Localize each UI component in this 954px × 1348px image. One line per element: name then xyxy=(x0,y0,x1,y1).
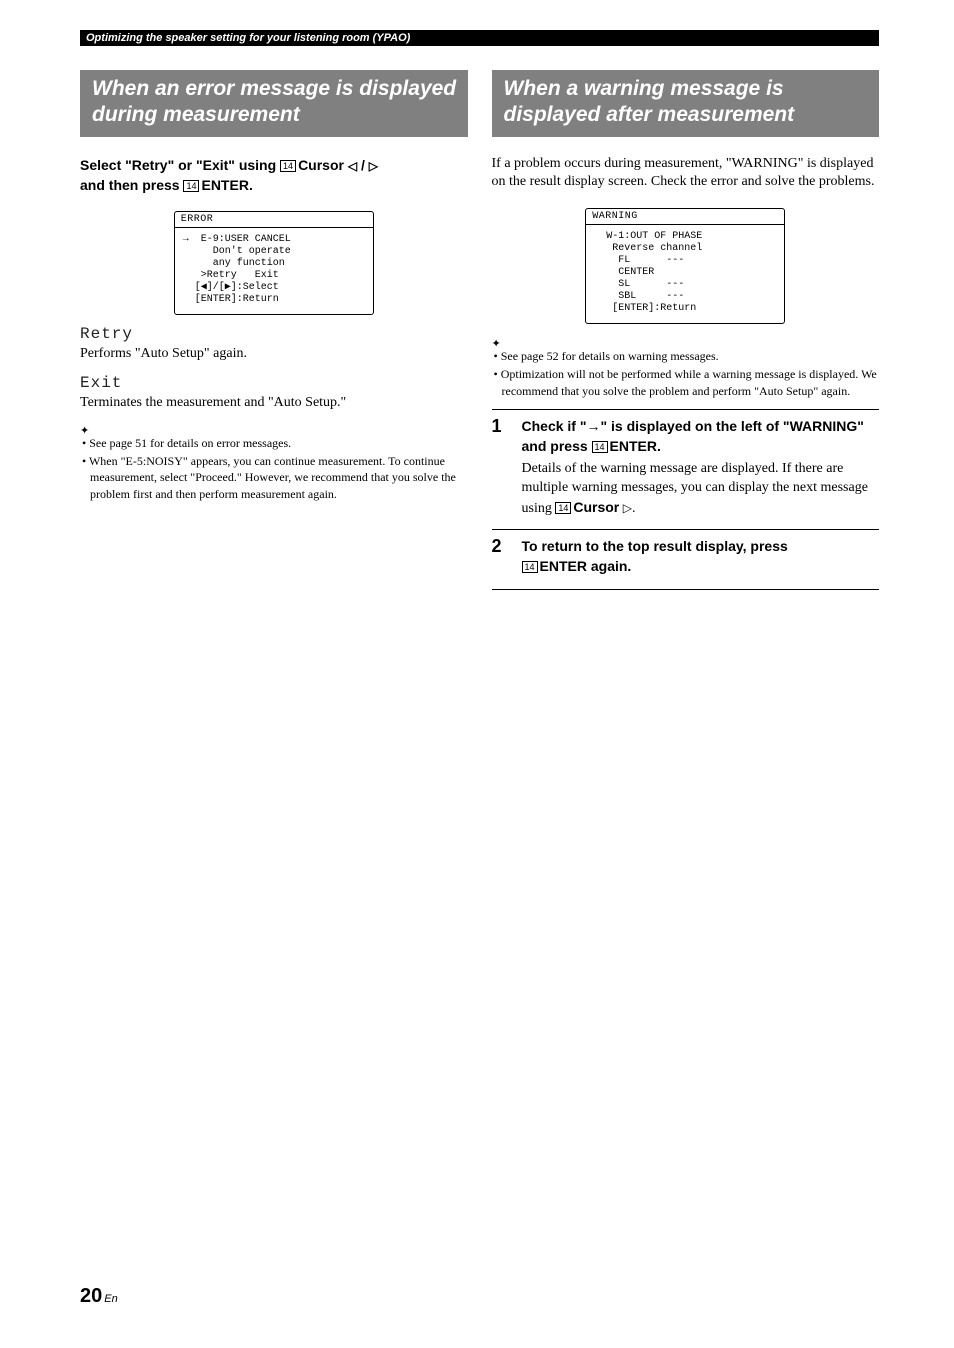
right-notes-list: See page 52 for details on warning messa… xyxy=(492,348,880,399)
enter-label: ENTER xyxy=(201,177,248,193)
lcd-title: WARNING xyxy=(586,209,784,225)
cursor-label: Cursor xyxy=(573,499,619,515)
right-intro: If a problem occurs during measurement, … xyxy=(492,155,880,193)
step-number: 1 xyxy=(492,416,508,519)
page: Optimizing the speaker setting for your … xyxy=(0,0,954,630)
list-item: When "E-5:NOISY" appears, you can contin… xyxy=(90,453,468,502)
lcd-line: SL --- xyxy=(594,279,776,291)
lcd-line: [◀]/[▶]:Select xyxy=(183,282,365,294)
remote-key-14-icon: 14 xyxy=(280,160,296,172)
list-item: See page 51 for details on error message… xyxy=(90,435,468,451)
error-screen-illustration: ERROR → E-9:USER CANCEL Don't operate an… xyxy=(80,211,468,315)
lcd-line: Don't operate xyxy=(183,246,365,258)
horizontal-rule xyxy=(492,589,880,590)
lcd-line: any function xyxy=(183,258,365,270)
tip-icon xyxy=(80,421,468,433)
remote-key-14-icon: 14 xyxy=(183,180,199,192)
period: . xyxy=(249,177,253,193)
text-fragment: again. xyxy=(587,558,631,574)
left-column: When an error message is displayed durin… xyxy=(80,70,468,590)
exit-option-desc: Terminates the measurement and "Auto Set… xyxy=(80,394,468,413)
retry-option-desc: Performs "Auto Setup" again. xyxy=(80,345,468,364)
tip-icon xyxy=(492,334,880,346)
section-context-bar: Optimizing the speaker setting for your … xyxy=(80,30,879,46)
remote-key-14-icon: 14 xyxy=(522,561,538,573)
enter-label: ENTER xyxy=(610,438,657,454)
page-number: 20En xyxy=(80,1285,118,1308)
right-section-heading: When a warning message is displayed afte… xyxy=(492,70,880,137)
cursor-label: Cursor xyxy=(298,157,344,173)
page-number-suffix: En xyxy=(104,1293,117,1305)
lcd-body: → E-9:USER CANCEL Don't operate any func… xyxy=(175,228,373,314)
lcd-screen: WARNING W-1:OUT OF PHASE Reverse channel… xyxy=(585,208,785,324)
left-instruction: Select "Retry" or "Exit" using 14Cursor … xyxy=(80,155,468,196)
two-column-layout: When an error message is displayed durin… xyxy=(80,70,879,590)
step-2: 2 To return to the top result display, p… xyxy=(492,529,880,581)
step-2-title: To return to the top result display, pre… xyxy=(522,536,880,577)
period: . xyxy=(657,438,661,454)
text-fragment: To return to the top result display, pre… xyxy=(522,538,788,554)
left-triangle-icon: ◁ xyxy=(348,159,357,173)
lcd-line: Reverse channel xyxy=(594,243,776,255)
lcd-title: ERROR xyxy=(175,212,373,228)
left-notes-list: See page 51 for details on error message… xyxy=(80,435,468,502)
list-item: See page 52 for details on warning messa… xyxy=(502,348,880,364)
lcd-line: [ENTER]:Return xyxy=(183,294,365,306)
right-column: When a warning message is displayed afte… xyxy=(492,70,880,590)
page-number-value: 20 xyxy=(80,1285,102,1307)
list-item: Optimization will not be performed while… xyxy=(502,366,880,398)
right-triangle-icon: ▷ xyxy=(369,159,378,173)
retry-option-name: Retry xyxy=(80,325,468,343)
lcd-line: [ENTER]:Return xyxy=(594,303,776,315)
right-triangle-icon: ▷ xyxy=(623,501,632,515)
lcd-line: W-1:OUT OF PHASE xyxy=(594,231,776,243)
period: . xyxy=(632,501,636,516)
lcd-line: SBL --- xyxy=(594,291,776,303)
remote-key-14-icon: 14 xyxy=(592,441,608,453)
left-section-heading: When an error message is displayed durin… xyxy=(80,70,468,137)
step-number: 2 xyxy=(492,536,508,581)
remote-key-14-icon: 14 xyxy=(555,502,571,514)
slash: / xyxy=(357,157,369,173)
lcd-line: CENTER xyxy=(594,267,776,279)
lcd-line: FL --- xyxy=(594,255,776,267)
text-fragment: Check if "→" is displayed on the left of… xyxy=(522,418,864,454)
text-fragment: and then press xyxy=(80,177,183,193)
warning-screen-illustration: WARNING W-1:OUT OF PHASE Reverse channel… xyxy=(492,208,880,324)
text-fragment: Select "Retry" or "Exit" using xyxy=(80,157,280,173)
lcd-line: >Retry Exit xyxy=(183,270,365,282)
step-body: To return to the top result display, pre… xyxy=(522,536,880,581)
step-body: Check if "→" is displayed on the left of… xyxy=(522,416,880,519)
exit-option-name: Exit xyxy=(80,374,468,392)
lcd-line: → E-9:USER CANCEL xyxy=(183,234,365,246)
lcd-body: W-1:OUT OF PHASE Reverse channel FL --- … xyxy=(586,225,784,323)
lcd-screen: ERROR → E-9:USER CANCEL Don't operate an… xyxy=(174,211,374,315)
step-1-desc: Details of the warning message are displ… xyxy=(522,460,880,519)
step-1: 1 Check if "→" is displayed on the left … xyxy=(492,409,880,519)
step-1-title: Check if "→" is displayed on the left of… xyxy=(522,416,880,457)
enter-label: ENTER xyxy=(540,558,587,574)
